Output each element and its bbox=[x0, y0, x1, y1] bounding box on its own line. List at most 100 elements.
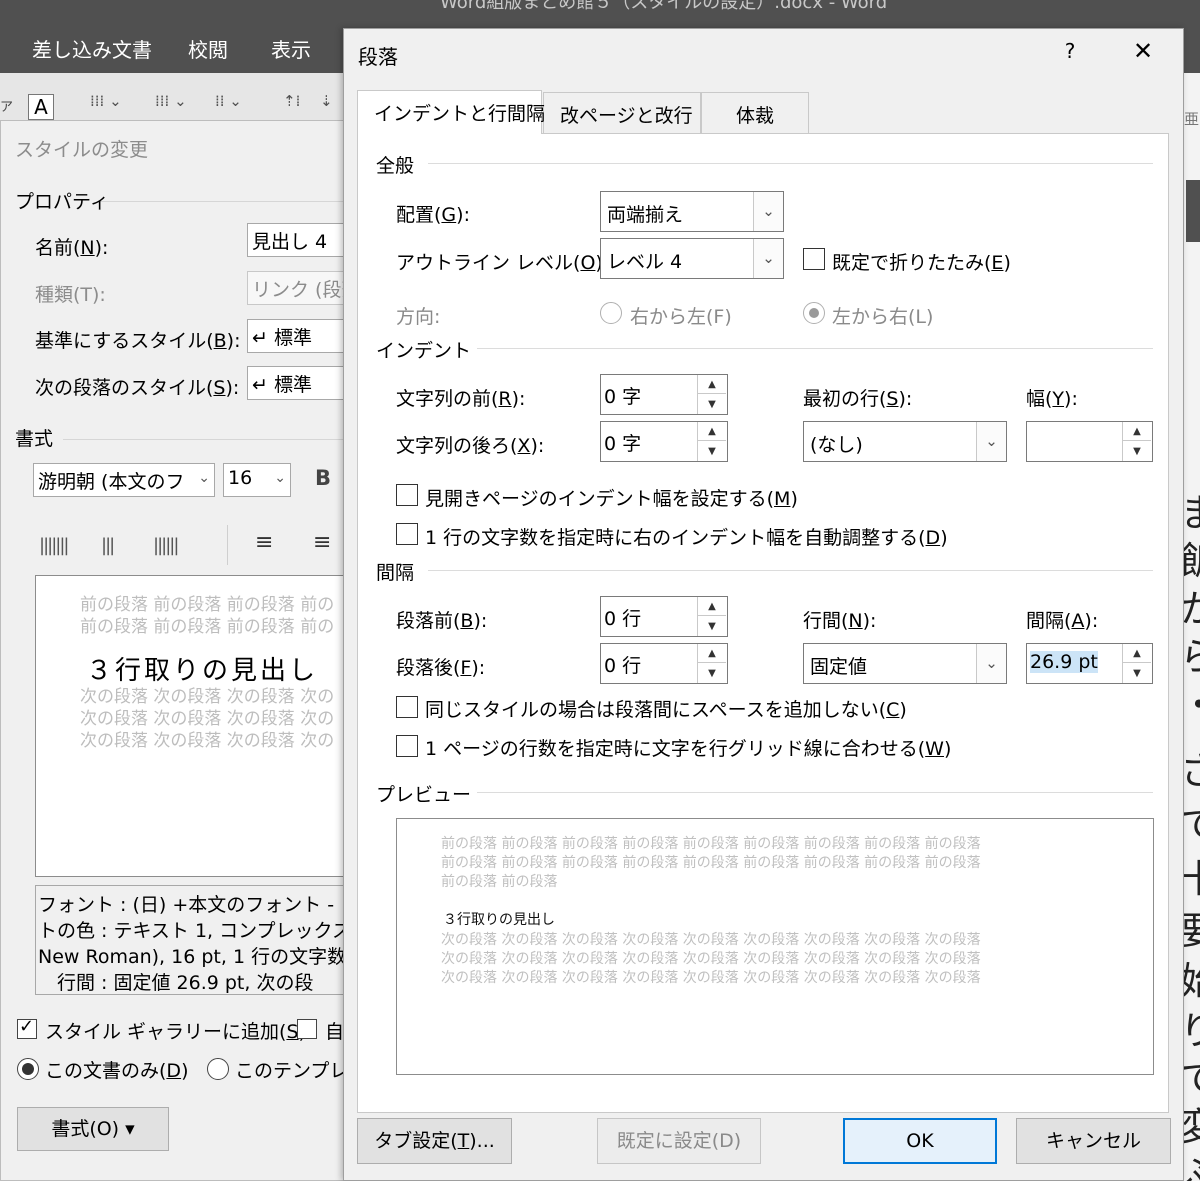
base-style-select[interactable]: ↵ 標準 bbox=[247, 319, 357, 353]
preview-prev-line: 前の段落 前の段落 前の段落 前の段落 前の段落 前の段落 前の段落 前の段落 … bbox=[441, 836, 981, 852]
template-radio[interactable] bbox=[207, 1058, 229, 1080]
spacing-at-spinner[interactable]: 26.9 pt ▲ ▼ bbox=[1026, 643, 1153, 684]
align-center-icon[interactable]: ||| bbox=[101, 535, 115, 556]
first-line-select[interactable]: (なし) ⌄ bbox=[803, 421, 1007, 462]
description-line: フォント : (日) +本文のフォント - 日本 bbox=[38, 894, 355, 916]
chevron-down-icon: ⌄ bbox=[753, 239, 783, 278]
align-distributed-icon[interactable]: ||||||| bbox=[39, 535, 69, 556]
font-size-select[interactable]: 16 ⌄ bbox=[223, 463, 291, 497]
style-description: フォント : (日) +本文のフォント - 日本 トの色 : テキスト 1, コ… bbox=[35, 885, 355, 995]
mirror-indent-checkbox[interactable] bbox=[396, 484, 418, 506]
radio-selected-dot bbox=[22, 1063, 34, 1075]
alignment-value: 両端揃え bbox=[607, 204, 684, 226]
spin-up-icon[interactable]: ▲ bbox=[698, 375, 726, 394]
bold-button[interactable]: B bbox=[315, 466, 331, 490]
spinner-buttons: ▲ ▼ bbox=[697, 644, 727, 683]
check-icon: ✓ bbox=[19, 1016, 35, 1037]
group-line bbox=[468, 348, 1153, 349]
line-spacing-icon[interactable]: ⁞⁞⁞ ⌄ bbox=[90, 92, 122, 110]
spin-up-icon[interactable]: ▲ bbox=[698, 644, 726, 663]
first-line-width-spinner[interactable]: ▲ ▼ bbox=[1026, 421, 1153, 462]
direction-label: 方向: bbox=[396, 306, 441, 328]
spin-up-icon[interactable]: ▲ bbox=[698, 597, 726, 616]
spin-down-icon[interactable]: ▼ bbox=[698, 617, 726, 636]
mirror-indent-label: 見開きページのインデント幅を設定する(M) bbox=[425, 488, 798, 510]
space-after-value: 0 行 bbox=[604, 655, 642, 677]
style-name-input[interactable]: 見出し 4 bbox=[247, 223, 357, 257]
help-button[interactable]: ? bbox=[1058, 39, 1082, 63]
group-line bbox=[63, 439, 351, 440]
font-size-value: 16 bbox=[228, 467, 253, 489]
space-after-spinner[interactable]: 0 行 ▲ ▼ bbox=[600, 643, 728, 684]
ltr-label: 左から右(L) bbox=[832, 306, 934, 328]
line-spacing-label: 行間(N): bbox=[803, 610, 877, 632]
style-type-select: リンク (段落 bbox=[247, 271, 357, 305]
toolbar-divider bbox=[227, 525, 228, 565]
ltr-radio bbox=[803, 302, 825, 324]
tab-asian-typography[interactable]: 体裁 bbox=[701, 92, 809, 133]
chevron-down-icon: ⌄ bbox=[976, 644, 1006, 683]
doc-only-radio[interactable] bbox=[17, 1058, 39, 1080]
no-space-same-style-checkbox[interactable] bbox=[396, 696, 418, 718]
gallery-checkbox[interactable]: ✓ bbox=[17, 1016, 37, 1039]
no-space-same-style-label: 同じスタイルの場合は段落間にスペースを追加しない(C) bbox=[425, 699, 907, 721]
font-select[interactable]: 游明朝 (本文のフ ⌄ bbox=[33, 463, 215, 497]
spacing-double-icon[interactable]: ≡ bbox=[313, 530, 331, 555]
spin-up-icon[interactable]: ▲ bbox=[698, 422, 726, 441]
ribbon-tab-review[interactable]: 校閲 bbox=[188, 34, 228, 63]
cancel-button[interactable]: キャンセル bbox=[1016, 1118, 1171, 1164]
dialog-title: 段落 bbox=[358, 45, 398, 69]
list-icon[interactable]: ⁞⁞⁞ ⌄ bbox=[155, 92, 187, 110]
indent-before-value: 0 字 bbox=[604, 386, 642, 408]
spin-up-icon[interactable]: ▲ bbox=[1123, 644, 1151, 663]
spin-up-icon[interactable]: ▲ bbox=[1123, 422, 1151, 441]
spin-down-icon[interactable]: ▼ bbox=[698, 442, 726, 461]
preview-next-line: 次の段落 次の段落 次の段落 次の段落 次の段落 次の段落 次の段落 次の段落 … bbox=[441, 932, 981, 948]
snap-to-grid-checkbox[interactable] bbox=[396, 735, 418, 757]
auto-update-label: 自 bbox=[325, 1021, 345, 1043]
preview-heading: ３行取りの見出し bbox=[443, 912, 555, 928]
name-label: 名前(N): bbox=[35, 237, 109, 259]
align-justify-icon[interactable]: |||||| bbox=[153, 535, 179, 556]
spin-down-icon[interactable]: ▼ bbox=[698, 395, 726, 414]
close-button[interactable]: ✕ bbox=[1130, 37, 1156, 65]
spacing-at-label: 間隔(A): bbox=[1026, 610, 1099, 632]
collapse-default-checkbox[interactable] bbox=[803, 248, 825, 270]
style-preview-box: 前の段落 前の段落 前の段落 前の 前の段落 前の段落 前の段落 前の ３行取り… bbox=[35, 575, 355, 877]
font-style-button[interactable]: A bbox=[28, 94, 54, 120]
tab-line-page-breaks[interactable]: 改ページと改行 bbox=[543, 92, 701, 133]
alignment-select[interactable]: 両端揃え ⌄ bbox=[600, 191, 784, 232]
next-style-select[interactable]: ↵ 標準 bbox=[247, 366, 357, 400]
auto-update-checkbox[interactable] bbox=[297, 1019, 317, 1039]
ribbon-tab-view[interactable]: 表示 bbox=[271, 34, 311, 63]
auto-adjust-indent-checkbox[interactable] bbox=[396, 523, 418, 545]
line-spacing-select[interactable]: 固定値 ⌄ bbox=[803, 643, 1007, 684]
outline-level-select[interactable]: レベル 4 ⌄ bbox=[600, 238, 784, 279]
style-dialog-title: スタイルの変更 bbox=[15, 139, 149, 161]
font-value: 游明朝 (本文のフ bbox=[38, 471, 185, 493]
tab-indent-spacing[interactable]: インデントと行間隔 bbox=[357, 90, 545, 134]
indent-up-icon[interactable]: ⇡⁞ bbox=[283, 92, 300, 110]
spacing-single-icon[interactable]: ≡ bbox=[255, 530, 273, 555]
indent-after-spinner[interactable]: 0 字 ▲ ▼ bbox=[600, 421, 728, 462]
sort-icon[interactable]: ⁞⁞ ⌄ bbox=[215, 92, 242, 110]
preview-next-line: 次の段落 次の段落 次の段落 次の段落 次の段落 次の段落 次の段落 次の段落 … bbox=[441, 970, 981, 986]
general-group-label: 全般 bbox=[376, 151, 421, 178]
spin-down-icon[interactable]: ▼ bbox=[698, 664, 726, 683]
ok-button[interactable]: OK bbox=[843, 1118, 997, 1164]
tabs-button[interactable]: タブ設定(T)... bbox=[357, 1118, 512, 1164]
ribbon-tab-mailings[interactable]: 差し込み文書 bbox=[32, 34, 152, 63]
format-menu-button[interactable]: 書式(O) ▾ bbox=[17, 1107, 169, 1151]
space-before-spinner[interactable]: 0 行 ▲ ▼ bbox=[600, 596, 728, 637]
preview-group-label: プレビュー bbox=[376, 780, 478, 807]
radio-selected-dot bbox=[809, 308, 819, 318]
indent-down-icon[interactable]: ⇣ bbox=[320, 92, 333, 110]
type-label: 種類(T): bbox=[35, 284, 106, 306]
preview-prev-line: 前の段落 前の段落 前の段落 前の bbox=[80, 595, 335, 615]
space-before-value: 0 行 bbox=[604, 608, 642, 630]
indent-before-spinner[interactable]: 0 字 ▲ ▼ bbox=[600, 374, 728, 415]
spin-down-icon[interactable]: ▼ bbox=[1123, 442, 1151, 461]
spin-down-icon[interactable]: ▼ bbox=[1123, 664, 1151, 683]
first-line-label: 最初の行(S): bbox=[803, 388, 913, 410]
indent-group-label: インデント bbox=[376, 336, 478, 363]
